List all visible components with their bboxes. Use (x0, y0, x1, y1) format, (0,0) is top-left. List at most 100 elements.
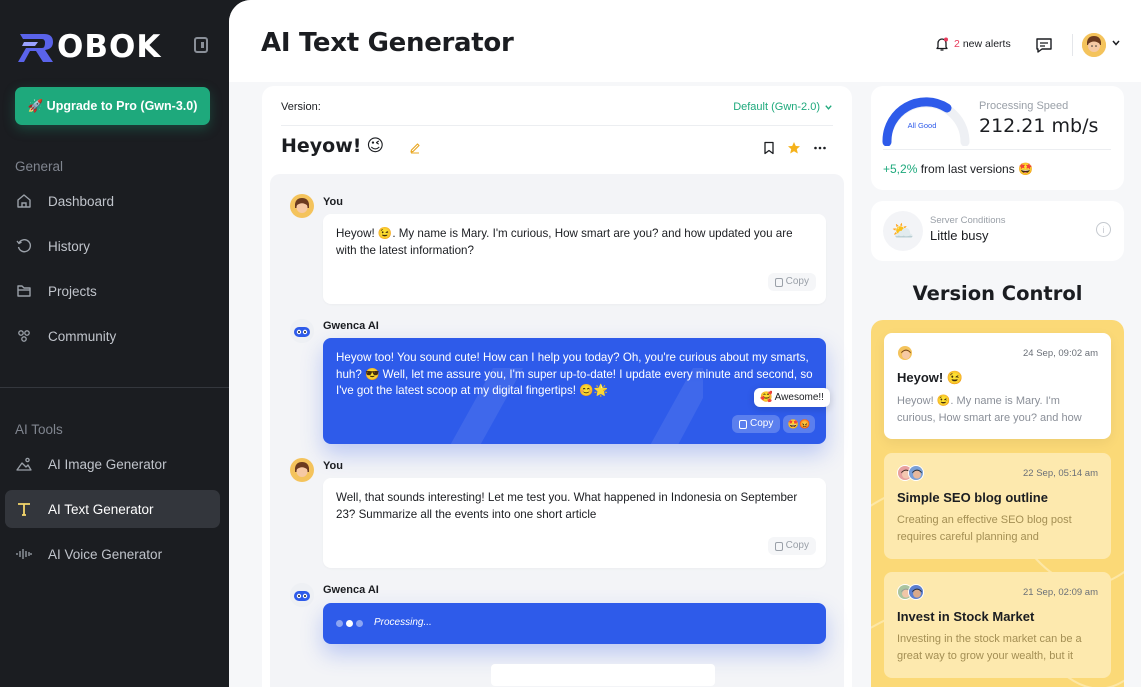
user-face-icon (290, 194, 314, 218)
copy-icon (774, 277, 783, 287)
copy-label: Copy (785, 539, 809, 551)
sidebar-item-community[interactable]: Community (5, 317, 220, 355)
user-avatar (897, 345, 913, 361)
star-icon[interactable] (787, 141, 801, 155)
copy-label: Copy (785, 275, 809, 287)
bookmark-icon[interactable] (762, 141, 776, 155)
message-bubble: Well, that sounds interesting! Let me te… (323, 478, 826, 568)
ai-message-bubble: Heyow too! You sound cute! How can I hel… (323, 338, 826, 444)
pencil-icon[interactable] (409, 142, 421, 154)
home-icon (15, 192, 33, 210)
copy-label: Copy (750, 417, 774, 429)
voice-icon (15, 545, 33, 563)
sidebar-item-label: History (48, 238, 91, 254)
user-avatar[interactable] (1082, 33, 1106, 57)
user-avatar (290, 458, 314, 482)
composer-input[interactable] (491, 664, 715, 686)
message-author: Gwenca AI (323, 320, 379, 332)
sidebar-item-ai-image-generator[interactable]: AI Image Generator (5, 445, 220, 483)
processing-bubble: Processing... (323, 603, 826, 644)
user-avatar (908, 465, 924, 481)
message-author: Gwenca AI (323, 584, 379, 596)
message-text: Well, that sounds interesting! Let me te… (336, 491, 798, 521)
chat-title-text: Heyow! (281, 135, 362, 157)
chevron-down-icon[interactable] (1111, 38, 1121, 48)
chat-title: Heyow! 😉 (281, 135, 384, 157)
copy-icon (739, 419, 747, 429)
robot-icon (290, 319, 314, 343)
message-text: Heyow! 😉. My name is Mary. I'm curious, … (336, 227, 793, 257)
reaction-tooltip: 🥰 Awesome!! (754, 388, 830, 407)
robot-icon (290, 583, 314, 607)
version-item[interactable]: 21 Sep, 02:09 am Invest in Stock Market … (884, 572, 1111, 678)
message-author: You (323, 460, 343, 472)
ai-tools-section-label: AI Tools (15, 422, 63, 437)
sidebar-item-ai-text-generator[interactable]: AI Text Generator (5, 490, 220, 528)
logo[interactable]: OBOK (18, 28, 161, 66)
sidebar: OBOK 🚀 Upgrade to Pro (Gwn-3.0) General … (0, 0, 240, 687)
alerts-text: new alerts (962, 38, 1011, 50)
version-title: Simple SEO blog outline (897, 490, 1048, 505)
version-item[interactable]: 24 Sep, 09:02 am Heyow! 😉 Heyow! 😉. My n… (884, 333, 1111, 439)
alerts-button[interactable]: 2 new alerts (934, 36, 1011, 52)
version-control-panel: 24 Sep, 09:02 am Heyow! 😉 Heyow! 😉. My n… (871, 320, 1124, 687)
version-date: 24 Sep, 09:02 am (1023, 348, 1098, 359)
version-label: Version: (281, 101, 321, 113)
speed-value: 212.21 mb/s (979, 115, 1099, 137)
typing-indicator (336, 620, 366, 627)
speed-delta-pct: +5,2% (883, 162, 918, 176)
copy-button[interactable]: Copy (732, 415, 781, 433)
version-select-value: Default (Gwn-2.0) (733, 101, 820, 113)
speed-divider (883, 149, 1111, 150)
user-avatar (290, 194, 314, 218)
main-area: AI Text Generator 2 new alerts Version: … (229, 0, 1141, 687)
version-snippet: Investing in the stock market can be a g… (897, 633, 1082, 662)
message-bubble: Heyow! 😉. My name is Mary. I'm curious, … (323, 214, 826, 304)
chat-panel: Version: Default (Gwn-2.0) Heyow! 😉 You … (262, 86, 852, 687)
gauge-label: All Good (907, 121, 937, 130)
version-control-title: Version Control (912, 282, 1083, 305)
message-thread: You Heyow! 😉. My name is Mary. I'm curio… (270, 174, 844, 687)
server-value: Little busy (930, 228, 989, 243)
reaction-button[interactable]: 🤩😡 (783, 415, 815, 433)
chevron-down-icon (825, 104, 832, 110)
chat-title-emoji: 😉 (366, 136, 385, 156)
version-select[interactable]: Default (Gwn-2.0) (733, 101, 833, 113)
page-title: AI Text Generator (261, 28, 514, 58)
copy-icon (774, 541, 783, 551)
history-icon (15, 237, 33, 255)
version-snippet: Creating an effective SEO blog post requ… (897, 514, 1072, 543)
upgrade-button[interactable]: 🚀 Upgrade to Pro (Gwn-3.0) (15, 87, 210, 125)
sidebar-item-label: Dashboard (48, 193, 115, 209)
ai-avatar (290, 319, 314, 343)
message-author: You (323, 196, 343, 208)
alerts-count: 2 (954, 38, 960, 50)
sidebar-item-label: AI Image Generator (48, 456, 167, 472)
processing-text: Processing... (374, 617, 432, 629)
info-icon[interactable]: i (1096, 222, 1111, 237)
version-date: 22 Sep, 05:14 am (1023, 468, 1098, 479)
version-item[interactable]: 22 Sep, 05:14 am Simple SEO blog outline… (884, 453, 1111, 559)
copy-button[interactable]: Copy (767, 537, 816, 555)
sidebar-item-label: AI Text Generator (48, 501, 154, 517)
sidebar-divider (0, 387, 229, 388)
sidebar-item-dashboard[interactable]: Dashboard (5, 182, 220, 220)
sidebar-item-history[interactable]: History (5, 227, 220, 265)
collapse-sidebar-icon[interactable] (194, 37, 208, 53)
bell-icon (936, 37, 948, 51)
sidebar-item-projects[interactable]: Projects (5, 272, 220, 310)
speed-title: Processing Speed (979, 100, 1069, 112)
server-conditions-card: ⛅ Server Conditions Little busy i (871, 201, 1124, 261)
version-date: 21 Sep, 02:09 am (1023, 587, 1098, 598)
chat-icon[interactable] (1035, 36, 1053, 54)
version-snippet: Heyow! 😉. My name is Mary. I'm curious, … (897, 395, 1082, 424)
user-avatar (908, 584, 924, 600)
top-bar: AI Text Generator 2 new alerts (229, 0, 1141, 82)
topbar-separator (1072, 34, 1073, 56)
server-label: Server Conditions (930, 215, 1006, 226)
sidebar-item-ai-voice-generator[interactable]: AI Voice Generator (5, 535, 220, 573)
sidebar-item-label: AI Voice Generator (48, 546, 163, 562)
copy-button[interactable]: Copy (767, 273, 816, 291)
more-icon[interactable] (813, 141, 827, 155)
logo-text: OBOK (57, 29, 162, 65)
